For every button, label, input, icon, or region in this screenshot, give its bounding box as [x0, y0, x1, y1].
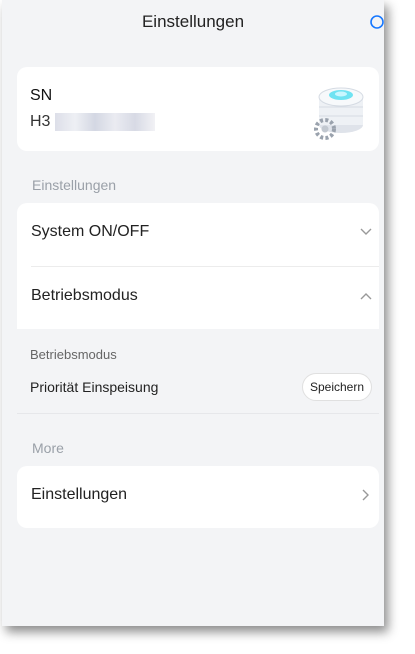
mode-detail-label: Betriebsmodus [30, 347, 117, 362]
list-item-label: Einstellungen [31, 486, 128, 503]
header: Einstellungen [2, 0, 384, 44]
page-title: Einstellungen [141, 12, 245, 31]
save-button[interactable]: Speichern [302, 373, 372, 401]
list-item-system-onoff[interactable]: System ON/OFF [17, 203, 379, 265]
divider [17, 413, 379, 414]
refresh-icon[interactable] [368, 14, 384, 30]
list-item-label: Betriebsmodus [31, 287, 138, 304]
chevron-up-icon [360, 293, 372, 300]
settings-list: System ON/OFF Betriebsmodus [17, 203, 379, 329]
device-image [314, 87, 364, 140]
device-card[interactable]: SN H3 [17, 67, 379, 151]
sn-label: SN [30, 87, 53, 104]
mode-detail-value: Priorität Einspeisung [30, 379, 159, 395]
list-item-einstellungen[interactable]: Einstellungen [17, 466, 379, 528]
section-label-settings: Einstellungen [32, 177, 117, 193]
list-item-betriebsmodus[interactable]: Betriebsmodus [17, 267, 379, 329]
more-list: Einstellungen [17, 466, 379, 528]
sn-value-blurred [55, 113, 155, 131]
chevron-right-icon [362, 489, 369, 501]
list-item-label: System ON/OFF [31, 223, 150, 240]
sn-value: H3 [30, 113, 51, 130]
app-screen: Einstellungen SN H3 Einstellungen System… [2, 0, 384, 626]
chevron-down-icon [360, 228, 372, 235]
section-label-more: More [32, 440, 64, 456]
